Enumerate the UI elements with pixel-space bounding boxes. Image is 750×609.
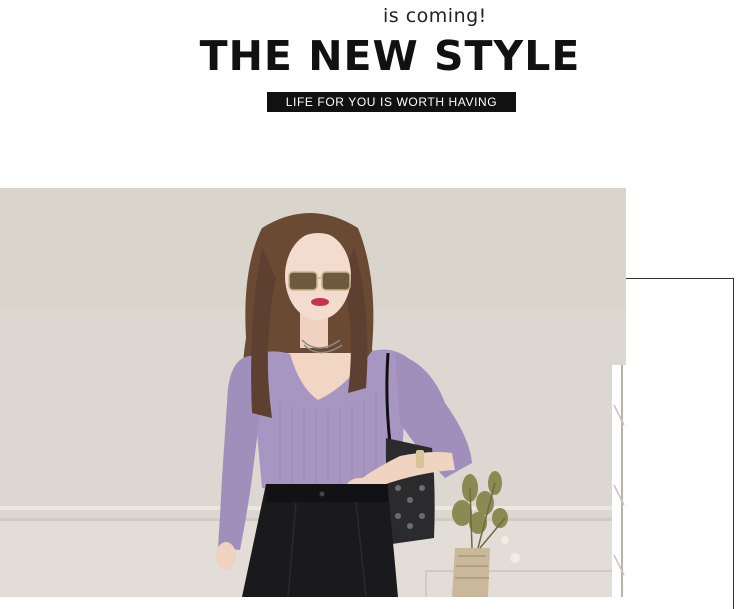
- wide-pants: [242, 484, 398, 597]
- decorative-frame: [626, 278, 734, 609]
- model-illustration: [0, 188, 626, 597]
- tagline-banner: LIFE FOR YOU IS WORTH HAVING: [267, 92, 516, 112]
- model-photo: [0, 188, 626, 597]
- shelf-edge: [612, 365, 626, 597]
- lips: [311, 298, 329, 306]
- coming-text: is coming!: [383, 5, 487, 27]
- promo-header: is coming! THE NEW STYLE LIFE FOR YOU IS…: [0, 0, 750, 160]
- page-title: THE NEW STYLE: [199, 32, 581, 80]
